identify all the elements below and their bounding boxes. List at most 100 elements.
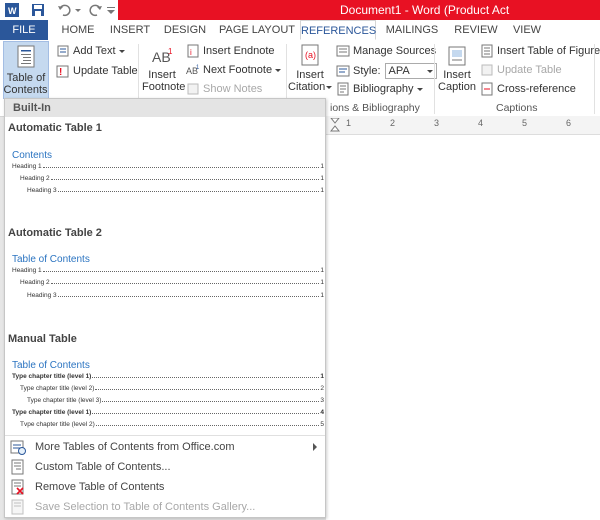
toc-preview-entry: Heading 3 1 xyxy=(27,187,324,194)
more-tables-of-contents-item[interactable]: More Tables of Contents from Office.com xyxy=(5,437,325,457)
word-app-icon[interactable]: W xyxy=(4,2,20,18)
tab-mailings[interactable]: MAILINGS xyxy=(382,20,442,40)
horizontal-ruler[interactable]: 1 2 3 4 5 6 xyxy=(326,116,600,135)
chevron-down-icon xyxy=(118,50,125,53)
insert-citation-icon: (a) xyxy=(301,44,319,66)
gallery-automatic-table-1[interactable]: Automatic Table 1 Contents Heading 1 1 He… xyxy=(5,117,325,217)
ribbon-tab-bar: FILE HOME INSERT DESIGN PAGE LAYOUT REFE… xyxy=(0,20,600,41)
chevron-down-icon xyxy=(326,86,332,89)
toc-leader-dots xyxy=(57,296,320,297)
tab-home[interactable]: HOME xyxy=(56,20,100,40)
undo-icon[interactable] xyxy=(56,2,72,18)
add-text-button[interactable]: Add Text xyxy=(56,44,125,58)
tab-page-layout[interactable]: PAGE LAYOUT xyxy=(218,20,296,40)
add-text-icon xyxy=(57,45,69,57)
svg-text:W: W xyxy=(8,6,17,16)
undo-dropdown-icon[interactable] xyxy=(74,2,82,18)
tab-insert[interactable]: INSERT xyxy=(106,20,154,40)
toc-entry-page: 1 xyxy=(320,279,324,286)
ruler-mark: 4 xyxy=(478,118,484,128)
toc-entry-page: 2 xyxy=(320,385,324,392)
document-canvas[interactable] xyxy=(326,116,600,520)
svg-text:1: 1 xyxy=(168,47,173,56)
show-notes-button[interactable]: Show Notes xyxy=(186,82,262,96)
manage-sources-button[interactable]: Manage Sources xyxy=(336,44,436,58)
office-web-icon xyxy=(7,437,29,457)
tab-file[interactable]: FILE xyxy=(0,20,48,40)
cross-reference-button[interactable]: Cross-reference xyxy=(480,82,576,96)
table-of-contents-button[interactable]: Table of Contents xyxy=(3,41,49,99)
style-dropdown-value: APA xyxy=(388,65,410,77)
save-icon[interactable] xyxy=(30,2,46,18)
gallery-automatic-table-2[interactable]: Automatic Table 2 Table of Contents Head… xyxy=(5,221,325,321)
bibliography-button[interactable]: Bibliography xyxy=(336,82,423,96)
toc-leader-dots xyxy=(92,413,320,414)
custom-toc-icon xyxy=(7,457,29,477)
manage-sources-label: Manage Sources xyxy=(353,45,437,57)
insert-footnote-button[interactable]: AB 1 Insert Footnote xyxy=(142,46,185,98)
insert-table-of-figures-label: Insert Table of Figures xyxy=(497,45,600,57)
table-of-contents-dropdown: Built-In Automatic Table 1 Contents Head… xyxy=(4,98,326,518)
quick-access-toolbar: W xyxy=(0,0,118,20)
toc-leader-dots xyxy=(42,167,320,168)
toc-entry-text: Tvpe chapter title (level 2) xyxy=(20,421,95,428)
insert-citation-label-line2: Citation xyxy=(288,81,326,93)
toc-entry-page: 1 xyxy=(320,163,324,170)
toc-preview-entry: Tvpe chapter title (level 2) 5 xyxy=(20,421,324,428)
table-of-contents-icon xyxy=(17,45,35,68)
table-of-figures-icon xyxy=(481,44,493,58)
toc-entry-text: Type chapter title (level 3) xyxy=(27,397,102,404)
ruler-mark: 2 xyxy=(390,118,396,128)
menu-item-label: Remove Table of Contents xyxy=(35,481,165,493)
insert-caption-button[interactable]: Insert Caption xyxy=(436,46,478,98)
gallery-manual-table[interactable]: Manual Table Table of Contents Type chap… xyxy=(5,327,325,433)
update-table-icon xyxy=(481,64,493,76)
toc-entry-page: 1 xyxy=(320,175,324,182)
insert-table-of-figures-button[interactable]: Insert Table of Figures xyxy=(480,44,600,58)
toc-leader-dots xyxy=(42,271,320,272)
save-selection-to-gallery-item[interactable]: Save Selection to Table of Contents Gall… xyxy=(5,497,325,517)
toc-preview-heading: Table of Contents xyxy=(12,360,90,371)
toc-leader-dots xyxy=(92,377,320,378)
bibliography-icon xyxy=(337,82,349,96)
insert-endnote-button[interactable]: i Insert Endnote xyxy=(186,44,275,58)
gallery-title: Automatic Table 2 xyxy=(8,227,102,239)
toc-entry-page: 1 xyxy=(320,187,324,194)
cross-reference-icon xyxy=(481,82,493,96)
menu-item-label: Custom Table of Contents... xyxy=(35,461,171,473)
insert-caption-icon xyxy=(448,46,466,66)
redo-icon[interactable] xyxy=(88,2,104,18)
style-dropdown[interactable]: APA xyxy=(384,63,437,79)
tab-view[interactable]: VIEW xyxy=(508,20,546,40)
update-table-captions-button[interactable]: Update Table xyxy=(480,63,562,77)
next-footnote-button[interactable]: AB 1 Next Footnote xyxy=(186,63,282,77)
tab-references[interactable]: REFERENCES xyxy=(300,20,376,40)
bibliography-label: Bibliography xyxy=(353,83,414,95)
window-title: Document1 - Word (Product Act xyxy=(340,3,510,17)
gallery-title: Manual Table xyxy=(8,333,77,345)
insert-citation-button[interactable]: (a) Insert Citation xyxy=(288,44,332,98)
remove-table-of-contents-item[interactable]: Remove Table of Contents xyxy=(5,477,325,497)
indent-marker-icon[interactable] xyxy=(330,118,340,132)
update-table-icon: ! xyxy=(56,65,69,78)
toc-preview-entry: Heading 1 1 xyxy=(12,163,324,170)
toc-preview-entry: Type chapter title (level 1) 4 xyxy=(12,409,324,416)
customize-qat-icon[interactable] xyxy=(106,2,116,18)
submenu-arrow-icon xyxy=(313,443,317,451)
menu-item-label: Save Selection to Table of Contents Gall… xyxy=(35,501,256,513)
custom-table-of-contents-item[interactable]: Custom Table of Contents... xyxy=(5,457,325,477)
toc-entry-page: 5 xyxy=(320,421,324,428)
citations-group-label: ions & Bibliography xyxy=(330,102,420,114)
update-table-button[interactable]: ! Update Table xyxy=(56,64,138,78)
toc-preview-entry: Heading 2 1 xyxy=(20,279,324,286)
update-table-label: Update Table xyxy=(73,65,138,77)
toc-entry-page: 1 xyxy=(320,292,324,299)
remove-toc-icon xyxy=(7,477,29,497)
tab-design[interactable]: DESIGN xyxy=(160,20,210,40)
toc-preview-entry: Type chapter title (level 2) 2 xyxy=(20,385,324,392)
chevron-down-icon xyxy=(275,69,282,72)
svg-text:(a): (a) xyxy=(305,50,316,60)
tab-review[interactable]: REVIEW xyxy=(450,20,502,40)
gallery-title: Automatic Table 1 xyxy=(8,122,102,134)
chevron-down-icon xyxy=(416,88,423,91)
